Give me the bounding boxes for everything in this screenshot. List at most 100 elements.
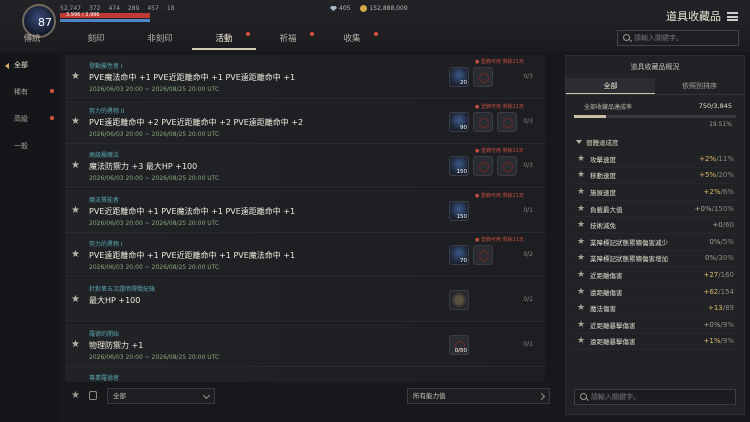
- tab-1[interactable]: 刻印: [64, 28, 128, 50]
- card-category: 羅德的開始: [89, 330, 120, 338]
- favorite-star-icon[interactable]: ★: [572, 253, 590, 263]
- stat-row[interactable]: ★ 業障標記狀態累積傷害減少 0%/5%: [572, 234, 738, 251]
- stat-value: +13/89: [708, 304, 734, 312]
- collection-card[interactable]: ★ 魔法賢能者 PVE近距離命中 +1 PVE魔法命中 +1 PVE遠距離命中 +1…: [65, 188, 545, 233]
- stat-row[interactable]: ★ 攻擊速度 +2%/11%: [572, 151, 738, 168]
- item-slot[interactable]: [497, 156, 517, 177]
- tab-5[interactable]: 收集: [320, 28, 384, 50]
- panel-search-box[interactable]: [574, 389, 736, 405]
- item-slot[interactable]: 0/50: [449, 334, 469, 355]
- tab-2[interactable]: 非刻印: [128, 28, 192, 50]
- empty-slot-icon: [503, 162, 513, 173]
- item-slot[interactable]: 150: [449, 200, 469, 221]
- item-slot[interactable]: [473, 245, 493, 266]
- top-search-box[interactable]: [617, 30, 739, 46]
- sidebar-item-2[interactable]: 高級: [0, 106, 60, 133]
- filter-select[interactable]: 全部: [107, 388, 215, 404]
- stat-name: 攻擊速度: [590, 155, 616, 164]
- panel-tab-1[interactable]: 依照別排序: [655, 78, 744, 94]
- stat-name: 遠距離傷害: [590, 288, 623, 297]
- stat-current: 0%: [709, 237, 721, 246]
- tab-0[interactable]: 傳統: [0, 28, 64, 50]
- card-effect-title: 最大HP +100: [89, 295, 141, 305]
- stat-row[interactable]: ★ 移動速度 +5%/20%: [572, 168, 738, 185]
- item-slot[interactable]: [473, 67, 493, 87]
- favorite-star-icon[interactable]: ★: [71, 71, 80, 82]
- item-slot[interactable]: [473, 156, 493, 177]
- item-slots: 150: [449, 200, 469, 221]
- collection-card[interactable]: ★ 發動屬性者 I PVE魔法命中 +1 PVE近距離命中 +1 PVE遠距離命中 …: [65, 55, 545, 99]
- favorite-star-icon[interactable]: ★: [71, 116, 80, 127]
- favorite-star-icon[interactable]: ★: [572, 320, 590, 330]
- item-slots: 70: [449, 245, 493, 266]
- top-search-input[interactable]: [634, 32, 734, 44]
- favorite-star-icon[interactable]: ★: [71, 249, 80, 260]
- item-slot[interactable]: [449, 289, 469, 310]
- stat-max: /5%: [720, 237, 734, 246]
- sidebar-item-label: 一般: [14, 142, 28, 150]
- sidebar-item-0[interactable]: 全部: [0, 52, 60, 79]
- card-expiry-warning: ● 登錄可用 剩餘21天: [475, 59, 524, 65]
- panel-tab-0[interactable]: 全部: [566, 78, 655, 94]
- section-header[interactable]: 個體達成度: [566, 131, 744, 151]
- card-effect-title: PVE遠距離命中 +2 PVE近距離命中 +2 PVE遠距離命中 +2: [89, 117, 304, 127]
- stat-max: /9%: [720, 320, 734, 329]
- favorite-star-icon[interactable]: ★: [572, 220, 590, 230]
- sidebar-item-1[interactable]: 稀有: [0, 79, 60, 106]
- favorite-star-icon[interactable]: ★: [572, 237, 590, 247]
- card-progress: 0/3: [523, 117, 533, 125]
- collection-card[interactable]: ★ 針對第五次證明得獎紀錄 最大HP +100 0/1: [65, 277, 545, 322]
- favorite-star-icon[interactable]: ★: [572, 303, 590, 313]
- item-slot[interactable]: 70: [449, 245, 469, 266]
- power-select-value: 所有能力值: [413, 392, 446, 400]
- stat-name: 近距離傷害: [590, 271, 623, 280]
- item-slot[interactable]: 90: [449, 111, 469, 132]
- favorite-star-icon[interactable]: ★: [572, 154, 590, 164]
- sidebar-item-label: 稀有: [14, 88, 28, 96]
- item-slot[interactable]: [473, 111, 493, 132]
- item-slot-count: 150: [456, 213, 468, 220]
- stat-row[interactable]: ★ 施展速度 +2%/6%: [572, 184, 738, 201]
- item-slot[interactable]: 150: [449, 156, 469, 177]
- favorite-star-icon[interactable]: ★: [572, 336, 590, 346]
- collection-card[interactable]: ★專業羅德者: [65, 367, 545, 382]
- favorite-star-icon[interactable]: ★: [572, 204, 590, 214]
- stat-row[interactable]: ★ 技術減免 +0/60: [572, 217, 738, 234]
- collection-card[interactable]: ★ 努力的勇物 I PVE遠距離命中 +1 PVE近距離命中 +1 PVE魔法命中 …: [65, 233, 545, 278]
- favorite-star-icon[interactable]: ★: [572, 287, 590, 297]
- item-slot[interactable]: [497, 111, 517, 132]
- lock-icon[interactable]: [89, 391, 97, 400]
- stat-row[interactable]: ★ 業障標記狀態累積傷害增加 0%/30%: [572, 251, 738, 268]
- favorite-star-icon[interactable]: ★: [572, 170, 590, 180]
- collection-card[interactable]: ★ 羅德的開始 物理防禦力 +1 2026/06/03 20:00 ~ 2026/08…: [65, 322, 545, 367]
- stat-row[interactable]: ★ 近距離傷害 +27/160: [572, 267, 738, 284]
- stat-row[interactable]: ★ 魔法傷害 +13/89: [572, 300, 738, 317]
- favorite-star-icon[interactable]: ★: [71, 294, 80, 305]
- favorite-star-icon[interactable]: ★: [71, 339, 80, 350]
- panel-search-input[interactable]: [591, 391, 691, 403]
- power-select[interactable]: 所有能力值: [407, 388, 550, 404]
- stat-row[interactable]: ★ 負載最大值 +0%/150%: [572, 201, 738, 218]
- favorite-star-icon[interactable]: ★: [71, 160, 80, 171]
- stat-current: +13: [707, 304, 723, 313]
- item-slot[interactable]: 20: [449, 67, 469, 87]
- stat-row[interactable]: ★ 遠距離暴擊傷害 +1%/9%: [572, 334, 738, 351]
- chevron-down-icon: [202, 391, 211, 400]
- stat-name: 業障標記狀態累積傷害減少: [590, 238, 668, 247]
- menu-icon[interactable]: [727, 11, 738, 21]
- collection-card[interactable]: ★ 高級屬魔法 魔法防禦力 +3 最大HP +100 2026/06/03 20:00…: [65, 144, 545, 189]
- sidebar-item-3[interactable]: 一般: [0, 133, 60, 160]
- stat-value: +2%/6%: [704, 188, 734, 196]
- collection-card[interactable]: ★ 努力的勇物 II PVE遠距離命中 +2 PVE近距離命中 +2 PVE遠距離命…: [65, 99, 545, 144]
- tab-4[interactable]: 祈福: [256, 28, 320, 50]
- stat-current: +2%: [703, 187, 721, 196]
- stat-row[interactable]: ★ 近距離暴擊傷害 +0%/9%: [572, 317, 738, 334]
- favorite-star-icon[interactable]: ★: [572, 270, 590, 280]
- item-slots: 150: [449, 156, 517, 177]
- favorite-filter-star-icon[interactable]: ★: [71, 390, 80, 401]
- collection-list[interactable]: ★ 發動屬性者 I PVE魔法命中 +1 PVE近距離命中 +1 PVE遠距離命中 …: [65, 55, 545, 382]
- favorite-star-icon[interactable]: ★: [71, 205, 80, 216]
- stat-row[interactable]: ★ 遠距離傷害 +62/154: [572, 284, 738, 301]
- tab-3[interactable]: 活動: [192, 28, 256, 50]
- favorite-star-icon[interactable]: ★: [572, 187, 590, 197]
